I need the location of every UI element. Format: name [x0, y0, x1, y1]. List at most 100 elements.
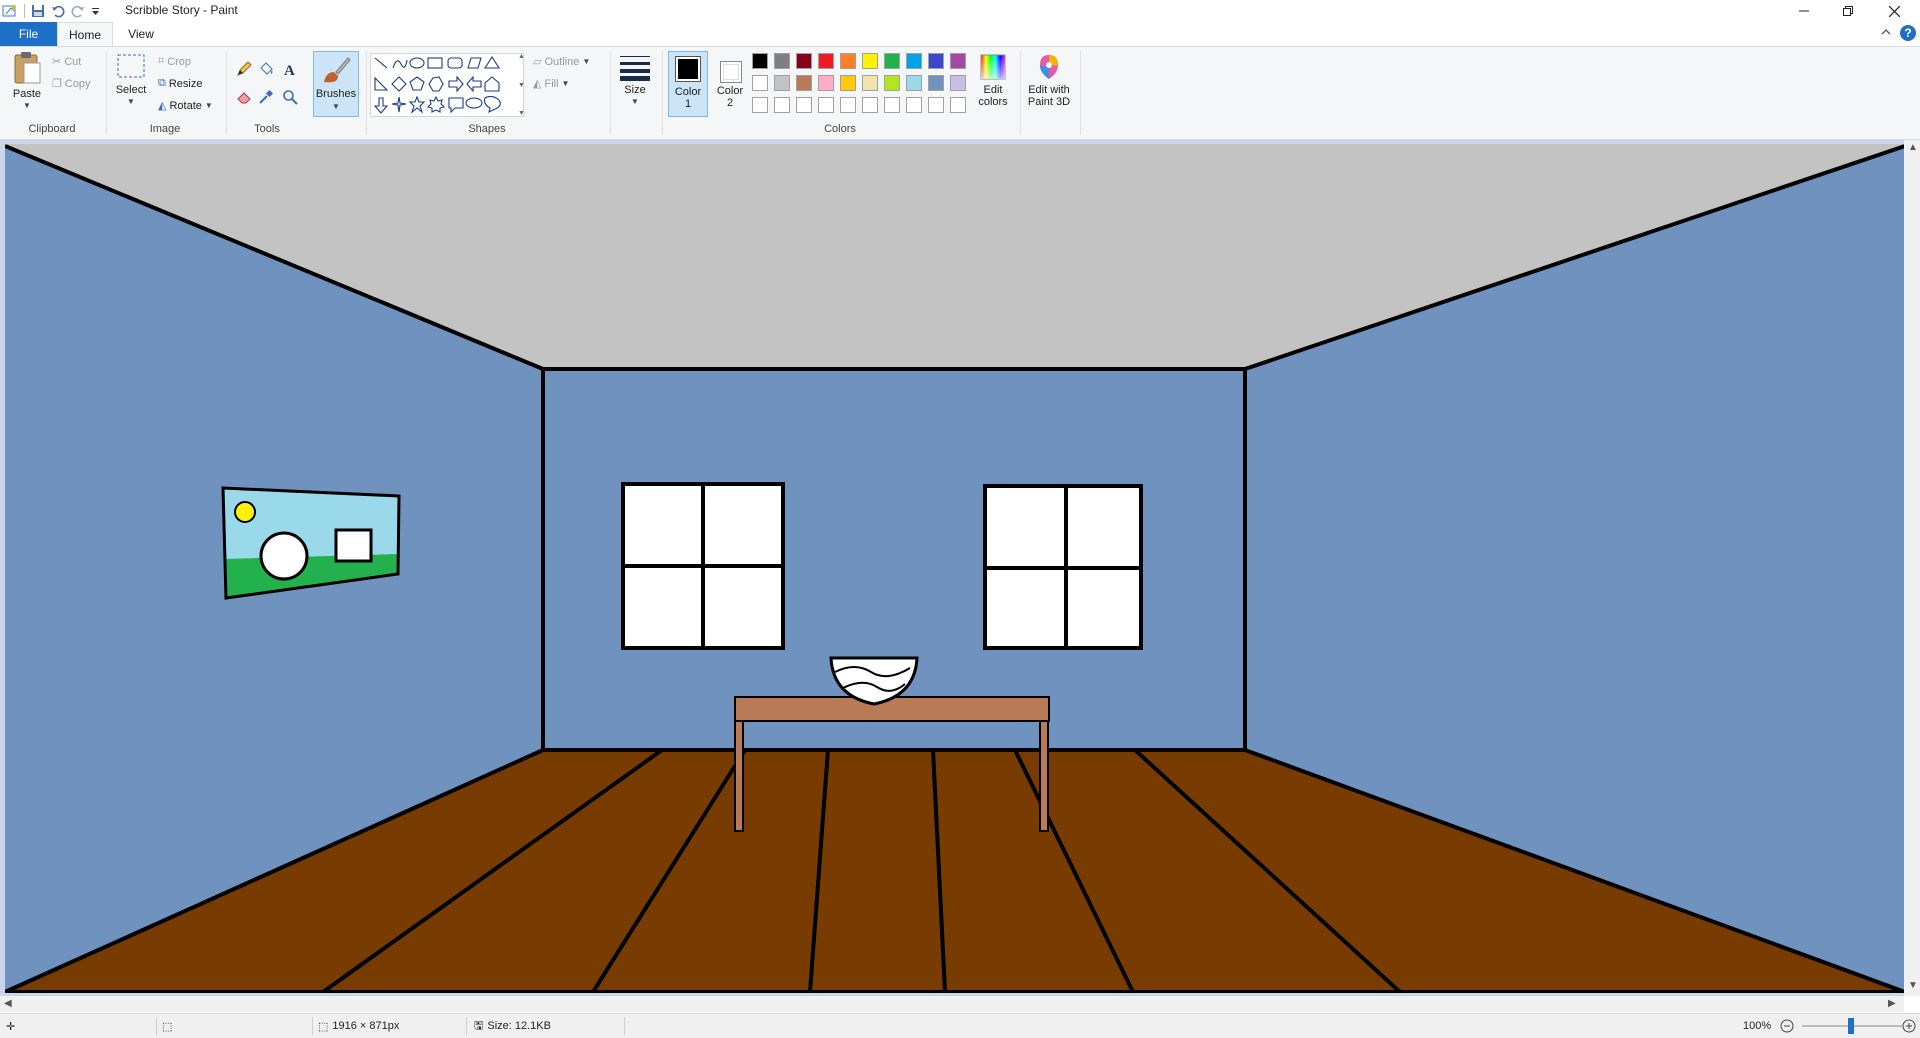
- color1-swatch: [678, 59, 698, 79]
- svg-text:A: A: [284, 63, 295, 77]
- zoom-slider-thumb[interactable]: [1848, 1018, 1854, 1034]
- scroll-left-arrow-icon[interactable]: ◀: [4, 998, 12, 1009]
- size-button[interactable]: Size ▼: [616, 53, 654, 108]
- disk-icon: 🖫: [474, 1019, 484, 1032]
- edit-with-paint3d-button[interactable]: Edit with Paint 3D: [1024, 53, 1074, 108]
- palette-swatch[interactable]: [950, 97, 966, 113]
- cut-button[interactable]: ✂ Cut: [52, 55, 81, 69]
- text-icon[interactable]: A: [282, 61, 298, 77]
- fill-bucket-icon[interactable]: [258, 61, 274, 77]
- palette-swatch[interactable]: [884, 75, 900, 91]
- palette-swatch[interactable]: [928, 75, 944, 91]
- help-icon[interactable]: ?: [1900, 25, 1916, 41]
- tab-home[interactable]: Home: [57, 22, 113, 46]
- collapse-ribbon-button[interactable]: [1880, 26, 1892, 41]
- selection-size: ⬚: [162, 1014, 172, 1038]
- picture-circle: [259, 531, 309, 581]
- color2-button[interactable]: Color 2: [712, 51, 748, 117]
- window-right: [983, 484, 1143, 650]
- undo-icon[interactable]: [51, 4, 65, 18]
- close-icon: [1888, 5, 1900, 17]
- restore-button[interactable]: [1826, 0, 1870, 22]
- palette-swatch[interactable]: [884, 97, 900, 113]
- brush-icon: [324, 57, 351, 83]
- status-divider: [466, 1017, 467, 1035]
- palette-swatch[interactable]: [928, 53, 944, 69]
- palette-swatch[interactable]: [796, 53, 812, 69]
- magnifier-icon[interactable]: [282, 89, 298, 105]
- zoom-out-button[interactable]: [1780, 1014, 1794, 1038]
- ribbon-tab-row: File Home View ?: [0, 22, 1920, 46]
- palette-swatch[interactable]: [862, 97, 878, 113]
- resize-button[interactable]: ⧉ Resize: [158, 77, 202, 90]
- zoom-in-button[interactable]: [1902, 1014, 1916, 1038]
- scroll-right-arrow-icon[interactable]: ▶: [1888, 998, 1896, 1009]
- palette-swatch[interactable]: [752, 53, 768, 69]
- horizontal-scrollbar[interactable]: ◀ ▶: [0, 996, 1904, 1012]
- save-icon[interactable]: [31, 4, 45, 18]
- palette-swatch[interactable]: [840, 75, 856, 91]
- scroll-down-icon: ▼: [518, 81, 525, 89]
- tab-view[interactable]: View: [113, 22, 169, 46]
- colors-group-label: Colors: [824, 123, 856, 135]
- vertical-scrollbar[interactable]: ▲ ▼: [1904, 140, 1920, 996]
- fill-shape-icon: ◭: [533, 78, 542, 90]
- palette-swatch[interactable]: [884, 53, 900, 69]
- palette-swatch[interactable]: [950, 53, 966, 69]
- palette-swatch[interactable]: [796, 97, 812, 113]
- color1-label-line1: Color: [674, 86, 702, 98]
- close-button[interactable]: [1872, 0, 1916, 22]
- palette-swatch[interactable]: [906, 75, 922, 91]
- palette-swatch[interactable]: [906, 97, 922, 113]
- shapes-gallery[interactable]: [370, 53, 524, 117]
- redo-icon[interactable]: [71, 4, 85, 18]
- pencil-icon[interactable]: [236, 61, 252, 77]
- outline-button[interactable]: ▱ Outline ▼: [533, 55, 590, 69]
- palette-swatch[interactable]: [774, 53, 790, 69]
- rotate-button[interactable]: ◭ Rotate ▼: [158, 99, 213, 113]
- palette-swatch[interactable]: [774, 97, 790, 113]
- palette-swatch[interactable]: [818, 75, 834, 91]
- shapes-gallery-scroll[interactable]: ▲ ▼ ▼: [517, 53, 526, 117]
- zoom-slider[interactable]: [1802, 1018, 1902, 1034]
- palette-swatch[interactable]: [928, 97, 944, 113]
- palette-swatch[interactable]: [796, 75, 812, 91]
- palette-swatch[interactable]: [774, 75, 790, 91]
- palette-swatch[interactable]: [818, 97, 834, 113]
- fill-button[interactable]: ◭ Fill ▼: [533, 77, 569, 91]
- customize-dropdown-icon[interactable]: [91, 6, 100, 16]
- minimize-button[interactable]: [1782, 0, 1826, 22]
- color1-button[interactable]: Color 1: [668, 51, 708, 117]
- eraser-icon[interactable]: [236, 89, 252, 105]
- palette-swatch[interactable]: [840, 97, 856, 113]
- line-size-icon: [620, 56, 650, 81]
- palette-swatch[interactable]: [840, 53, 856, 69]
- palette-swatch[interactable]: [752, 75, 768, 91]
- edit-colors-button[interactable]: Edit colors: [974, 53, 1012, 108]
- select-button[interactable]: Select ▼: [112, 53, 150, 108]
- brushes-button[interactable]: Brushes ▼: [313, 51, 359, 117]
- scroll-down-arrow-icon[interactable]: ▼: [1908, 980, 1918, 991]
- dimensions-icon: ⬚: [318, 1020, 329, 1033]
- crop-button[interactable]: ⌗ Crop: [158, 55, 191, 68]
- group-separator: [366, 51, 367, 135]
- select-label: Select: [115, 84, 147, 96]
- palette-swatch[interactable]: [906, 53, 922, 69]
- paint3d-label-line2: Paint 3D: [1027, 96, 1071, 108]
- palette-swatch[interactable]: [752, 97, 768, 113]
- image-group-label: Image: [149, 123, 181, 135]
- rotate-dropdown-icon: ▼: [204, 101, 213, 110]
- drawing-canvas[interactable]: [5, 144, 1905, 993]
- copy-button[interactable]: ❐ Copy: [52, 77, 91, 91]
- palette-swatch[interactable]: [862, 75, 878, 91]
- palette-swatch[interactable]: [862, 53, 878, 69]
- color2-label: Color 2: [712, 85, 748, 109]
- color-picker-icon[interactable]: [258, 89, 274, 105]
- palette-swatch[interactable]: [818, 53, 834, 69]
- scroll-up-arrow-icon[interactable]: ▲: [1908, 142, 1918, 153]
- tab-file[interactable]: File: [0, 22, 57, 46]
- paint-app-icon[interactable]: [2, 3, 18, 19]
- crosshair-icon: ✛: [6, 1020, 16, 1033]
- paste-button[interactable]: Paste ▼: [8, 51, 46, 112]
- palette-swatch[interactable]: [950, 75, 966, 91]
